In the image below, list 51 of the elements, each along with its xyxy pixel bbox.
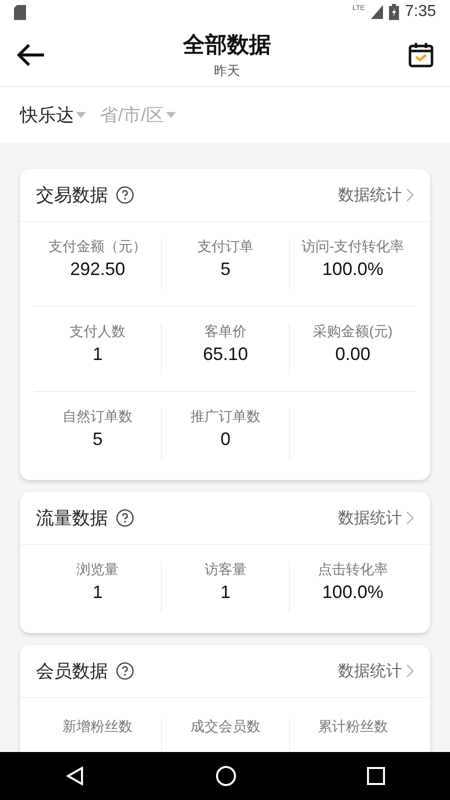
clock: 7:35: [404, 3, 436, 21]
stat-value: 100.0%: [322, 582, 384, 603]
chevron-right-icon: [406, 188, 414, 202]
stat-value: 292.50: [70, 259, 126, 280]
help-icon[interactable]: [116, 662, 134, 680]
stat-value: 0: [220, 429, 230, 450]
stat-label: 推广订单数: [190, 408, 260, 426]
help-icon[interactable]: [116, 186, 134, 204]
stat-value: 0.00: [335, 344, 370, 365]
stat-value: 5: [220, 259, 230, 280]
chevron-right-icon: [406, 664, 414, 678]
stat-value: 1: [92, 582, 103, 603]
card-title: 会员数据: [36, 660, 108, 683]
help-icon[interactable]: [116, 509, 134, 527]
stat-label: 访问-支付转化率: [301, 238, 404, 256]
stat-value: 5: [92, 429, 103, 450]
calendar-button[interactable]: [408, 42, 434, 68]
sd-card-icon: [14, 4, 26, 20]
stats-link[interactable]: 数据统计: [338, 184, 414, 206]
back-button[interactable]: [16, 43, 46, 67]
date-label: 昨天: [214, 62, 240, 80]
stat-label: 成交会员数: [190, 718, 260, 736]
store-dropdown[interactable]: 快乐达: [20, 103, 86, 127]
stat-value: 100.0%: [322, 259, 384, 280]
recents-nav-button[interactable]: [367, 767, 385, 785]
stat-value: 65.10: [202, 344, 248, 365]
stat-label: 支付人数: [70, 323, 126, 341]
page-title: 全部数据: [183, 31, 271, 59]
card-title: 交易数据: [36, 184, 108, 207]
stat-value: 1: [220, 582, 230, 603]
stat-label: 累计粉丝数: [318, 718, 388, 736]
battery-charging-icon: [388, 4, 399, 20]
chevron-right-icon: [406, 511, 414, 525]
stat-label: 新增粉丝数: [62, 718, 133, 736]
stat-label: 访客量: [204, 561, 246, 579]
stat-label: 浏览量: [76, 561, 119, 579]
stats-link[interactable]: 数据统计: [338, 508, 414, 528]
back-nav-button[interactable]: [65, 766, 85, 786]
dropdown-caret-icon: [76, 112, 86, 118]
stat-label: 采购金额(元): [313, 323, 392, 341]
stat-value: 1: [92, 344, 103, 365]
stat-label: 自然订单数: [62, 408, 133, 426]
stats-link[interactable]: 数据统计: [338, 660, 414, 682]
stat-label: 支付订单: [197, 238, 254, 256]
stat-label: 客单价: [204, 323, 246, 341]
stat-label: 支付金额（元）: [48, 238, 147, 256]
card-title: 流量数据: [36, 507, 108, 530]
dropdown-caret-icon: [166, 112, 176, 118]
signal-icon: [370, 5, 383, 19]
stat-label: 点击转化率: [318, 561, 388, 579]
home-nav-button[interactable]: [215, 765, 237, 787]
